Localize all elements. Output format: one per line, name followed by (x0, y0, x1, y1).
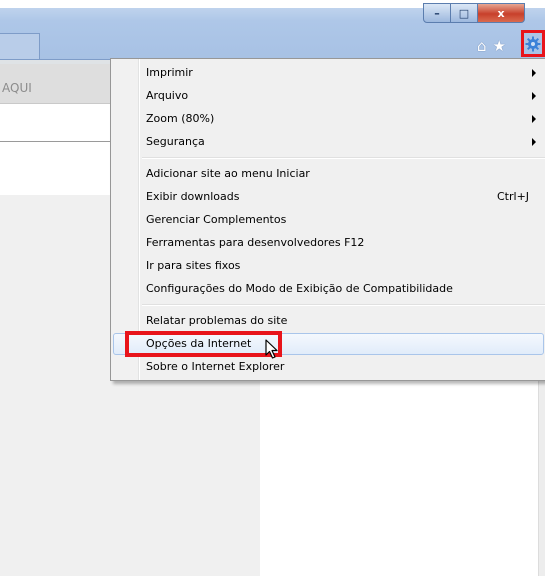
menu-item[interactable]: Sobre o Internet Explorer (111, 356, 545, 379)
menu-item-label: Adicionar site ao menu Iniciar (146, 167, 310, 180)
maximize-button[interactable]: □ (451, 3, 478, 23)
maximize-icon: □ (458, 6, 470, 20)
menu-item[interactable]: Segurança (111, 131, 545, 154)
menu-item-label: Imprimir (146, 66, 193, 79)
menu-item-label: Arquivo (146, 89, 189, 102)
menu-item[interactable]: Ferramentas para desenvolvedores F12 (111, 232, 545, 255)
submenu-arrow-icon (532, 115, 536, 123)
menu-item-shortcut: Ctrl+J (497, 190, 530, 203)
scrollbar[interactable] (538, 380, 545, 576)
banner-text: AQUI (2, 81, 32, 95)
menu-item[interactable]: Imprimir (111, 62, 545, 85)
submenu-arrow-icon (532, 92, 536, 100)
menu-separator (142, 157, 545, 159)
menu-item-label: Gerenciar Complementos (146, 213, 287, 226)
menu-item-label: Zoom (80%) (146, 112, 215, 125)
highlight-annotation (125, 331, 282, 357)
tools-gear-icon (525, 36, 541, 51)
close-button[interactable]: x (478, 3, 525, 23)
menu-item[interactable]: Gerenciar Complementos (111, 209, 545, 232)
menu-item-label: Sobre o Internet Explorer (146, 360, 285, 373)
menu-item[interactable]: Zoom (80%) (111, 108, 545, 131)
mouse-cursor-icon (265, 339, 278, 359)
submenu-arrow-icon (532, 69, 536, 77)
favorites-star-icon[interactable]: ★ (493, 37, 506, 55)
minimize-button[interactable]: – (423, 3, 451, 23)
menu-separator (142, 304, 545, 306)
menu-item[interactable]: Ir para sites fixos (111, 255, 545, 278)
menu-item[interactable]: Configurações do Modo de Exibição de Com… (111, 278, 545, 301)
home-icon[interactable]: ⌂ (477, 37, 487, 55)
submenu-arrow-icon (532, 138, 536, 146)
tools-gear-button[interactable] (521, 30, 545, 57)
menu-item[interactable]: Adicionar site ao menu Iniciar (111, 163, 545, 186)
browser-tab[interactable] (0, 33, 40, 60)
menu-item[interactable]: Exibir downloads Ctrl+J (111, 186, 545, 209)
menu-item-label: Configurações do Modo de Exibição de Com… (146, 282, 453, 295)
menu-item-label: Ir para sites fixos (146, 259, 241, 272)
menu-item-label: Relatar problemas do site (146, 314, 288, 327)
command-icons: ⌂ ★ (477, 37, 506, 55)
window-controls: – □ x (423, 3, 525, 23)
menu-item[interactable]: Arquivo (111, 85, 545, 108)
close-icon: x (497, 6, 505, 20)
menu-item-label: Ferramentas para desenvolvedores F12 (146, 236, 365, 249)
menu-item-label: Segurança (146, 135, 205, 148)
minimize-icon: – (434, 6, 440, 20)
page-divider (0, 141, 112, 142)
menu-item-label: Exibir downloads (146, 190, 240, 203)
menu-item[interactable]: Relatar problemas do site (111, 310, 545, 333)
